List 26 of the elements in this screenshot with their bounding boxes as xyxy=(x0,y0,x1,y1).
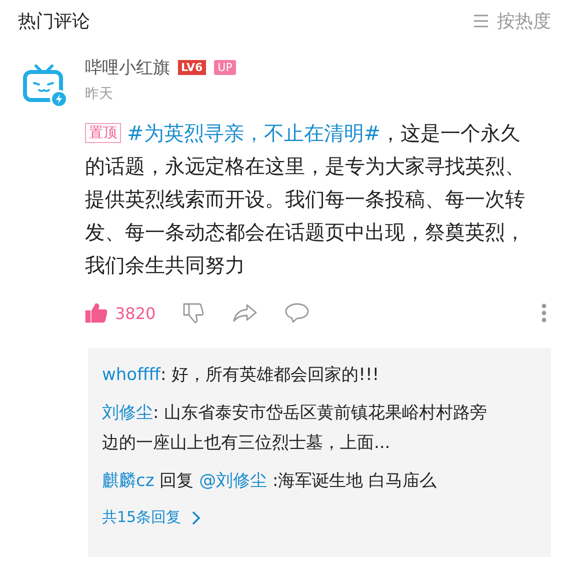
thumbs-up-icon xyxy=(85,303,107,323)
more-icon[interactable] xyxy=(541,303,547,323)
reply-username[interactable]: 刘修尘 xyxy=(102,403,153,423)
comment-icon[interactable] xyxy=(284,302,310,324)
dislike-icon[interactable] xyxy=(182,302,206,324)
topic-link[interactable]: #为英烈寻亲，不止在清明# xyxy=(127,121,381,145)
more-replies-link[interactable]: 共15条回复 xyxy=(102,504,202,543)
chevron-right-icon xyxy=(191,510,202,526)
share-icon[interactable] xyxy=(232,303,258,323)
reply-text: whoffff: 好，所有英雄都会回家的!!! xyxy=(102,364,380,387)
sort-button[interactable]: 按热度 xyxy=(473,9,551,33)
like-button[interactable]: 3820 xyxy=(85,303,156,323)
username[interactable]: 哔哩小红旗 xyxy=(85,56,170,79)
mention-link[interactable]: @刘修尘 xyxy=(199,471,268,491)
avatar-icon[interactable] xyxy=(22,62,68,108)
menu-icon xyxy=(473,14,489,28)
section-title: 热门评论 xyxy=(18,10,90,33)
pinned-badge: 置顶 xyxy=(85,123,121,143)
up-badge: UP xyxy=(214,60,236,75)
comment-text: 置顶 #为英烈寻亲，不止在清明#，这是一个永久的话题，永远定格在这里，是专为大家寻找英烈、提供英烈线索而开设。我们每一条投稿、每一次转发、每一条动态都会在话题页中出现，祭奠英烈，我们余生共同努力 xyxy=(85,120,526,279)
reply-username[interactable]: whoffff xyxy=(102,365,161,385)
comment-time: 昨天 xyxy=(85,85,114,103)
level-badge: LV6 xyxy=(178,60,206,75)
reply-text: 刘修尘: 山东省泰安市岱岳区黄前镇花果峪村村路旁边的一座山上也有三位烈士墓，上面... xyxy=(102,402,488,455)
reply-text: 麒麟cz 回复 @刘修尘 :海军诞生地 白马庙么 xyxy=(102,470,438,493)
reply-username[interactable]: 麒麟cz xyxy=(102,471,154,491)
